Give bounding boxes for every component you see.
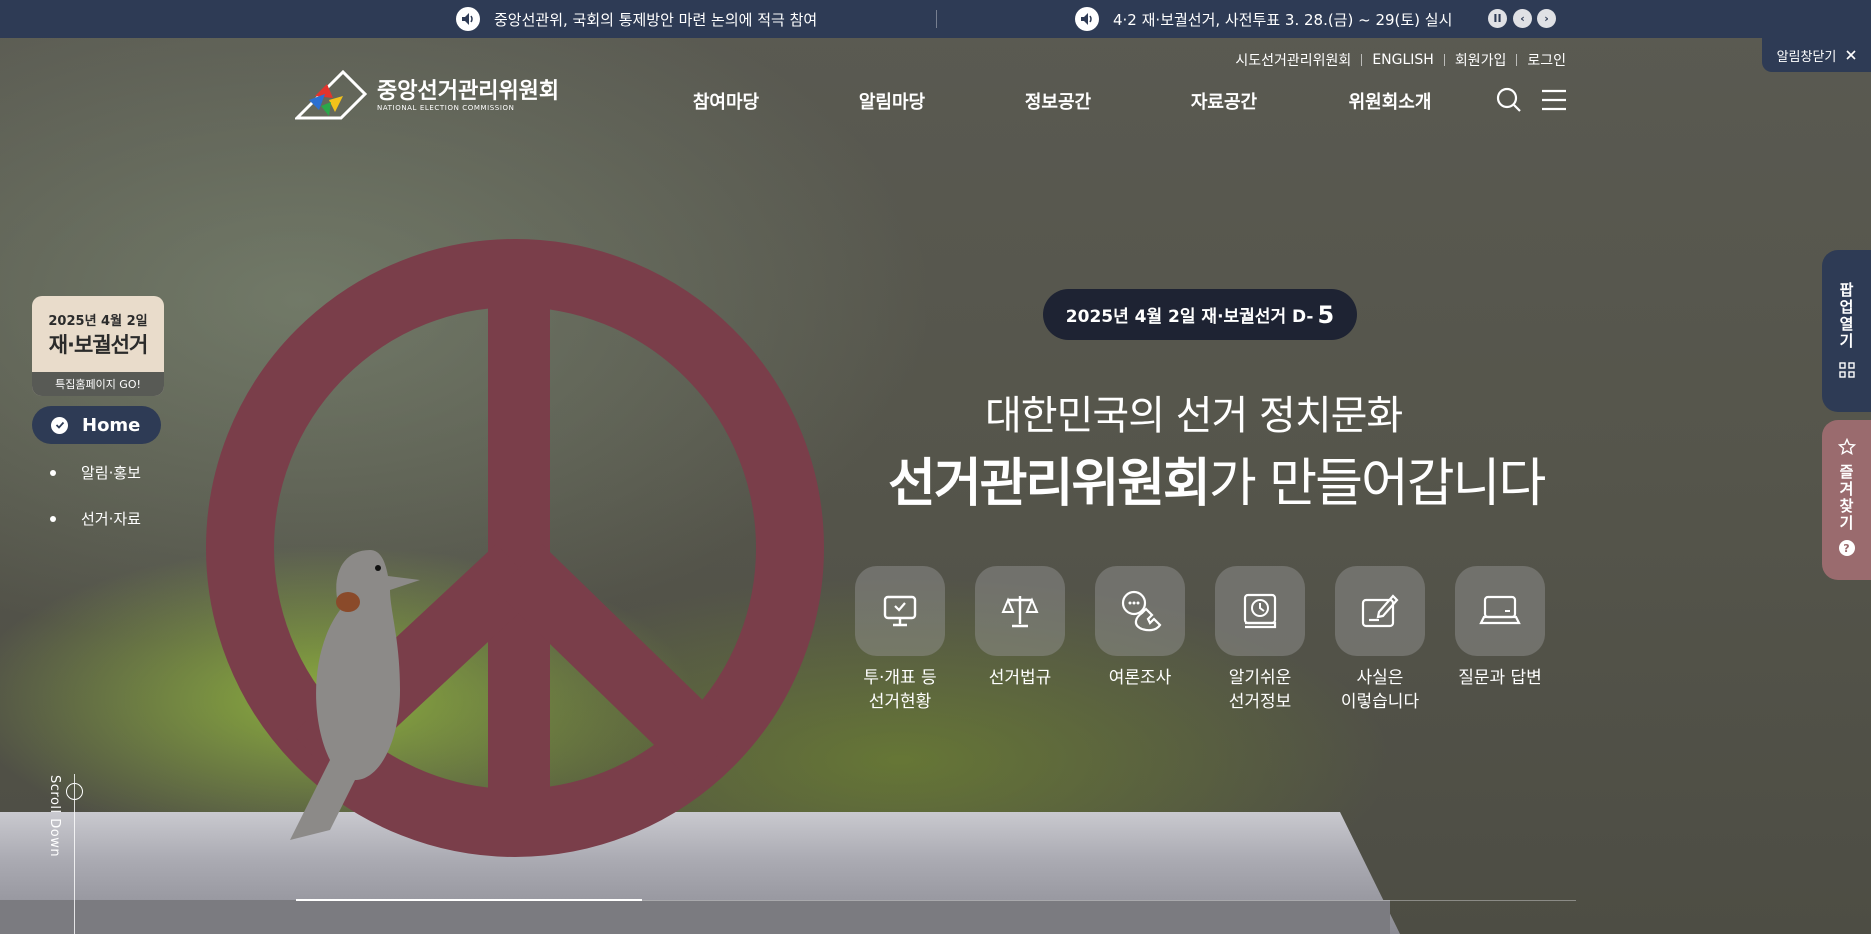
util-link-regional[interactable]: 시도선거관리위원회 <box>1235 50 1351 70</box>
favorite-label: 즐겨찾기 <box>1837 464 1855 532</box>
bird-image <box>290 550 420 840</box>
banner-link: 특집홈페이지 GO! <box>32 372 164 396</box>
utility-links: 시도선거관리위원회 ENGLISH 회원가입 로그인 <box>1235 50 1566 70</box>
sidebar-item-promotion[interactable]: 알림·홍보 <box>50 462 141 483</box>
speaker-icon <box>456 7 480 31</box>
alert-close-button[interactable]: 알림창닫기 <box>1762 38 1871 72</box>
quick-link-faq[interactable]: 질문과 답변 <box>1455 566 1545 690</box>
nav-item-about[interactable]: 위원회소개 <box>1349 88 1432 114</box>
divider <box>1516 54 1518 66</box>
hero-subheadline: 선거관리위원회가 만들어갑니다 <box>888 441 1546 516</box>
laptop-icon <box>1479 595 1521 625</box>
sidebar-item-label: 선거·자료 <box>81 510 141 528</box>
book-clock-icon <box>1243 593 1277 629</box>
quick-link-factcheck[interactable]: 사실은 이렇습니다 <box>1335 566 1425 714</box>
sidebar-item-home[interactable]: Home <box>32 406 161 444</box>
nav-item-info[interactable]: 정보공간 <box>1025 88 1091 114</box>
hero-headline: 대한민국의 선거 정치문화 <box>985 393 1403 439</box>
dday-number: 5 <box>1317 300 1335 329</box>
pause-button[interactable]: II <box>1488 9 1507 28</box>
help-icon[interactable]: ? <box>1838 540 1855 556</box>
nav-item-archive[interactable]: 자료공간 <box>1191 88 1257 114</box>
quick-link-election-info[interactable]: 알기쉬운 선거정보 <box>1215 566 1305 714</box>
scroll-down-icon[interactable] <box>66 783 83 800</box>
check-icon <box>51 416 68 434</box>
speaker-icon <box>1075 7 1099 31</box>
star-icon <box>1837 438 1856 456</box>
close-icon <box>1846 50 1856 60</box>
util-link-login[interactable]: 로그인 <box>1527 50 1566 70</box>
sidebar-home-label: Home <box>82 414 141 436</box>
notice-item[interactable]: 4·2 재·보궐선거, 사전투표 3. 28.(금) ~ 29(토) 실시 <box>1075 0 1452 38</box>
notice-item[interactable]: 중앙선관위, 국회의 통제방안 마련 논의에 적극 참여 <box>456 0 817 38</box>
nav-item-participation[interactable]: 참여마당 <box>693 88 759 114</box>
divider <box>1361 54 1363 66</box>
util-link-signup[interactable]: 회원가입 <box>1455 50 1507 70</box>
table-edge <box>0 900 1390 934</box>
menu-icon[interactable] <box>1541 88 1567 112</box>
main-nav: 참여마당 알림마당 정보공간 자료공간 위원회소개 <box>0 88 1871 114</box>
scale-icon <box>1001 596 1039 628</box>
special-site-banner[interactable]: 2025년 4월 2일 재·보궐선거 특집홈페이지 GO! <box>32 296 164 396</box>
phone-chat-icon <box>1121 590 1162 632</box>
popup-open-label: 팝업열기 <box>1837 282 1855 350</box>
scroll-down-label: Scroll Down <box>47 775 62 858</box>
bullet-icon <box>50 515 56 522</box>
nav-item-notice[interactable]: 알림마당 <box>859 88 925 114</box>
dday-prefix: 2025년 4월 2일 재·보궐선거 D- <box>1065 307 1314 327</box>
favorite-button[interactable]: 즐겨찾기 ? <box>1822 420 1871 580</box>
quick-link-results[interactable]: 투·개표 등 선거현황 <box>855 566 945 714</box>
edit-board-icon <box>1361 594 1399 628</box>
hero-bold-text: 선거관리위원회 <box>888 454 1211 514</box>
quick-link-label: 선거법규 <box>988 668 1052 688</box>
hero-rest-text: 가 만들어갑니다 <box>1208 454 1546 514</box>
quick-link-label: 여론조사 <box>1108 668 1172 688</box>
search-icon[interactable] <box>1496 87 1522 113</box>
prev-button[interactable]: ‹ <box>1513 9 1532 28</box>
notice-text: 중앙선관위, 국회의 통제방안 마련 논의에 적극 참여 <box>494 10 818 29</box>
next-button[interactable]: › <box>1537 9 1556 28</box>
sidebar-item-label: 알림·홍보 <box>81 464 141 482</box>
notice-text: 4·2 재·보궐선거, 사전투표 3. 28.(금) ~ 29(토) 실시 <box>1113 10 1453 29</box>
quick-link-label: 사실은 이렇습니다 <box>1340 668 1420 712</box>
grid-icon <box>1838 362 1855 378</box>
banner-title: 재·보궐선거 <box>48 332 149 357</box>
divider <box>1443 54 1445 66</box>
banner-date: 2025년 4월 2일 <box>48 313 148 329</box>
bullet-icon <box>50 469 56 476</box>
alert-close-label: 알림창닫기 <box>1776 49 1837 65</box>
dday-badge: 2025년 4월 2일 재·보궐선거 D- 5 <box>1043 289 1357 340</box>
popup-open-button[interactable]: 팝업열기 <box>1822 250 1871 412</box>
quick-link-label: 알기쉬운 선거정보 <box>1228 668 1292 712</box>
quick-link-label: 투·개표 등 선거현황 <box>863 668 937 712</box>
notice-bar: 중앙선관위, 국회의 통제방안 마련 논의에 적극 참여 4·2 재·보궐선거,… <box>0 0 1871 38</box>
slider-progress-fill <box>296 899 642 901</box>
notice-divider <box>936 10 937 28</box>
quick-link-label: 질문과 답변 <box>1458 668 1542 688</box>
util-link-english[interactable]: ENGLISH <box>1372 52 1434 68</box>
quick-link-laws[interactable]: 선거법규 <box>975 566 1065 690</box>
sidebar-item-materials[interactable]: 선거·자료 <box>50 508 141 529</box>
quick-link-polls[interactable]: 여론조사 <box>1095 566 1185 690</box>
monitor-icon <box>883 595 917 627</box>
